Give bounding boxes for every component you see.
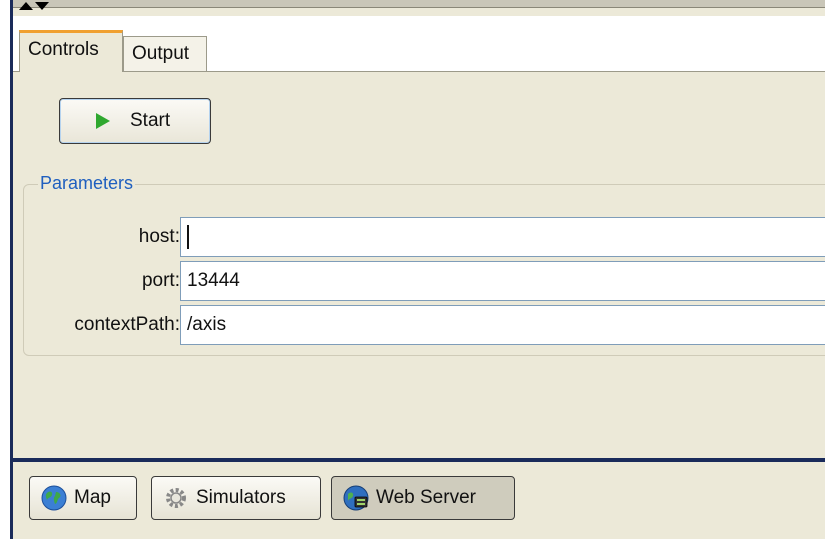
context-path-label: contextPath:	[74, 314, 180, 335]
context-path-input[interactable]	[180, 305, 825, 345]
play-icon	[96, 113, 110, 129]
simulators-button-label: Simulators	[196, 487, 286, 508]
web-server-icon	[343, 485, 369, 511]
controls-panel: Start Parameters host: port: contextPath…	[13, 72, 825, 458]
text-caret	[187, 225, 189, 249]
host-row: host:	[24, 217, 825, 257]
host-input[interactable]	[180, 217, 825, 257]
host-label: host:	[138, 226, 180, 247]
context-path-row: contextPath:	[24, 305, 825, 345]
start-button-label: Start	[130, 110, 171, 131]
start-button[interactable]: Start	[59, 98, 211, 144]
globe-icon	[41, 485, 67, 511]
port-row: port:	[24, 261, 825, 301]
port-label: port:	[141, 270, 180, 291]
simulators-button[interactable]: Simulators	[151, 476, 321, 520]
parameters-group: Parameters host: port: contextPath:	[23, 173, 825, 356]
gear-icon	[166, 488, 186, 508]
window: Controls Output Start Parameters host: p…	[10, 0, 825, 539]
top-toolbar	[13, 0, 825, 8]
bottom-toolbar: Map Simulators Web Server	[13, 462, 825, 539]
web-server-button[interactable]: Web Server	[331, 476, 515, 520]
tab-controls[interactable]: Controls	[19, 30, 123, 72]
web-server-button-label: Web Server	[376, 487, 476, 508]
map-button[interactable]: Map	[29, 476, 137, 520]
port-input[interactable]	[180, 261, 825, 301]
parameters-legend: Parameters	[38, 173, 136, 194]
map-button-label: Map	[74, 487, 111, 508]
tab-output[interactable]: Output	[123, 36, 207, 72]
tab-bar: Controls Output	[13, 16, 825, 72]
